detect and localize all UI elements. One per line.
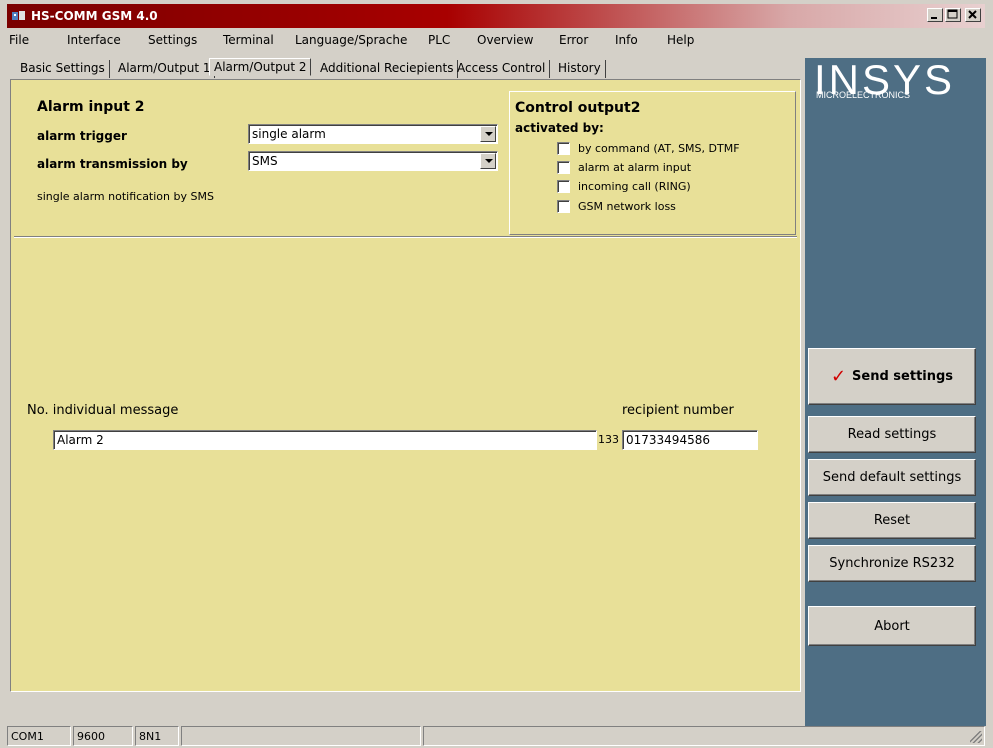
menu-language[interactable]: Language/Sprache: [295, 33, 407, 47]
chevron-down-icon[interactable]: [480, 126, 496, 142]
menu-plc[interactable]: PLC: [428, 33, 450, 47]
checkbox-box[interactable]: [557, 180, 570, 193]
status-panel-4: [181, 726, 421, 746]
tab-access-control[interactable]: Access Control: [457, 60, 551, 78]
alarm-transmission-value: SMS: [252, 154, 278, 168]
menu-info[interactable]: Info: [615, 33, 638, 47]
chevron-down-icon[interactable]: [480, 153, 496, 169]
menu-terminal[interactable]: Terminal: [223, 33, 274, 47]
tab-additional-recipients[interactable]: Additional Reciepients: [320, 60, 459, 78]
checkbox-box[interactable]: [557, 142, 570, 155]
synchronize-rs232-button[interactable]: Synchronize RS232: [808, 545, 976, 582]
menu-interface[interactable]: Interface: [67, 33, 121, 47]
maximize-button[interactable]: [945, 8, 961, 22]
alarm-transmission-select[interactable]: SMS: [248, 151, 498, 171]
abort-button[interactable]: Abort: [808, 606, 976, 646]
status-bar: COM1 9600 8N1: [7, 726, 986, 746]
alarm-trigger-value: single alarm: [252, 127, 326, 141]
status-panel-5: [423, 726, 985, 746]
minimize-button[interactable]: [927, 8, 943, 22]
message-column-header: No. individual message: [27, 403, 179, 418]
window-title: HS-COMM GSM 4.0: [31, 9, 158, 23]
checkbox-box[interactable]: [557, 161, 570, 174]
menu-error[interactable]: Error: [559, 33, 588, 47]
reset-button[interactable]: Reset: [808, 502, 976, 539]
alarm-transmission-label: alarm transmission by: [37, 157, 188, 171]
resize-grip-icon[interactable]: [970, 731, 982, 743]
checkbox-gsm-loss[interactable]: GSM network loss: [557, 200, 676, 213]
tab-alarm-output-1[interactable]: Alarm/Output 1: [118, 60, 216, 78]
insys-logo-sub: MICROELECTRONICS: [816, 90, 911, 100]
menu-file[interactable]: File: [9, 33, 29, 47]
title-bar: HS-COMM GSM 4.0: [7, 4, 985, 28]
checkbox-alarm-input[interactable]: alarm at alarm input: [557, 161, 691, 174]
control-output-heading: Control output2: [515, 100, 641, 116]
alarm-input-heading: Alarm input 2: [37, 99, 145, 115]
status-format: 8N1: [135, 726, 179, 746]
send-settings-button[interactable]: ✓ Send settings: [808, 348, 976, 405]
recipient-number-input[interactable]: 01733494586: [622, 430, 758, 450]
individual-message-input[interactable]: Alarm 2: [53, 430, 597, 450]
checkbox-box[interactable]: [557, 200, 570, 213]
close-button[interactable]: [965, 8, 981, 22]
tab-basic-settings[interactable]: Basic Settings: [20, 60, 110, 78]
menu-settings[interactable]: Settings: [148, 33, 197, 47]
alarm-trigger-select[interactable]: single alarm: [248, 124, 498, 144]
recipient-column-header: recipient number: [622, 403, 734, 418]
checkmark-icon: ✓: [830, 366, 847, 387]
tab-alarm-output-2[interactable]: Alarm/Output 2: [209, 58, 312, 76]
alarm-note: single alarm notification by SMS: [37, 190, 214, 203]
menu-overview[interactable]: Overview: [477, 33, 534, 47]
status-baud: 9600: [73, 726, 133, 746]
menu-help[interactable]: Help: [667, 33, 694, 47]
activated-by-label: activated by:: [515, 121, 604, 135]
send-default-settings-button[interactable]: Send default settings: [808, 459, 976, 496]
char-count: 133: [598, 433, 619, 446]
checkbox-by-command[interactable]: by command (AT, SMS, DTMF: [557, 142, 762, 155]
checkbox-incoming-call[interactable]: incoming call (RING): [557, 180, 691, 193]
read-settings-button[interactable]: Read settings: [808, 416, 976, 453]
status-port: COM1: [7, 726, 71, 746]
tab-history[interactable]: History: [558, 60, 606, 78]
alarm-trigger-label: alarm trigger: [37, 129, 127, 143]
app-icon: [11, 9, 27, 23]
section-divider: [14, 236, 797, 238]
